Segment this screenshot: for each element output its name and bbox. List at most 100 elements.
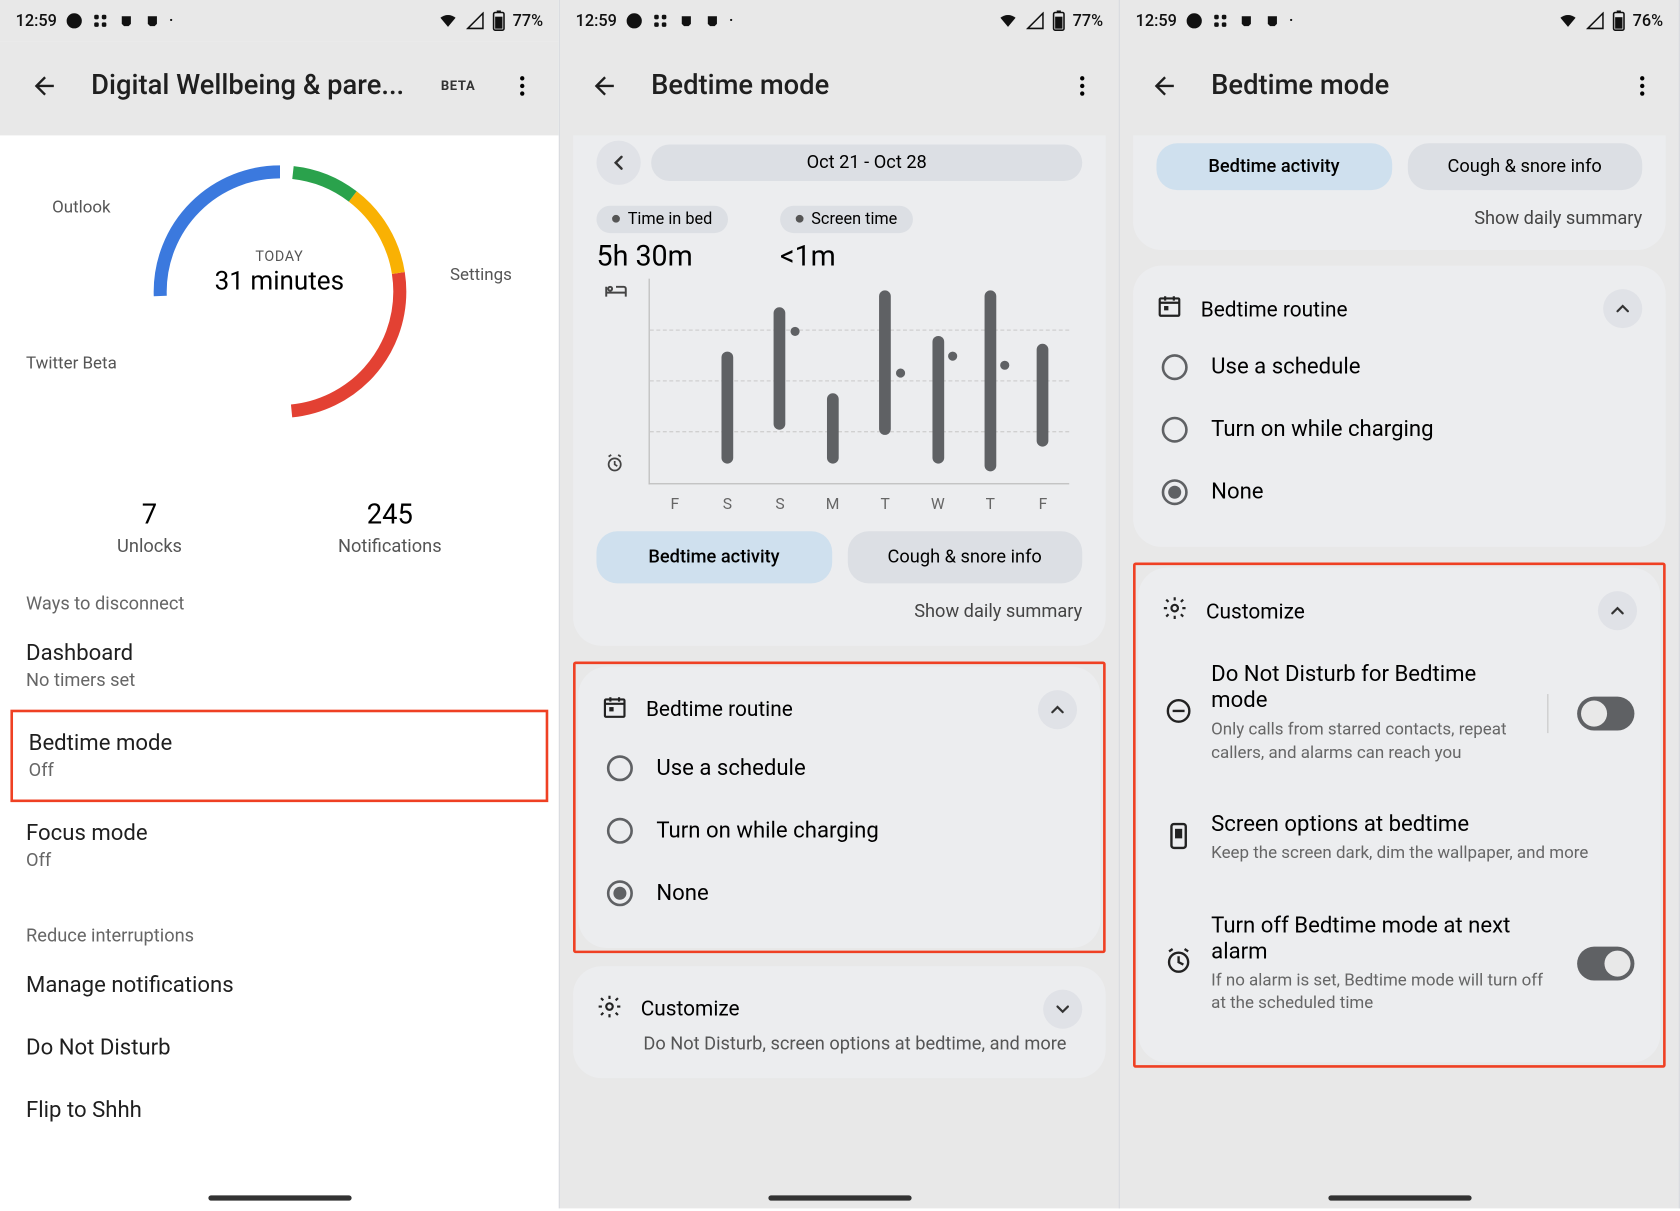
status-time: 12:59 [1136,11,1177,31]
show-daily-summary-link[interactable]: Show daily summary [596,601,1082,622]
overflow-menu[interactable] [496,60,548,112]
discord-icon-2 [703,12,721,30]
gesture-nav-pill[interactable] [768,1195,911,1200]
overflow-menu[interactable] [1616,60,1668,112]
radio-turn-on-charging[interactable]: Turn on while charging [602,799,1077,862]
tab-cough-snore[interactable]: Cough & snore info [1407,143,1642,190]
radio-none[interactable]: None [1156,461,1642,524]
bedtime-activity-card: Oct 21 - Oct 28 Time in bed 5h 30m Scree… [573,135,1106,645]
battery-icon [1052,10,1065,31]
notifications-counter[interactable]: 245 Notifications [338,500,442,557]
bedtime-routine-card: Bedtime routine Use a schedule Turn on w… [1133,266,1666,547]
wifi-icon [437,12,458,30]
tab-bedtime-activity[interactable]: Bedtime activity [596,531,831,583]
usage-donut-chart[interactable]: TODAY 31 minutes Outlook Settings Twitte… [0,135,559,461]
gesture-nav-pill[interactable] [208,1195,351,1200]
more-notifications-dot: · [1289,11,1294,31]
discord-icon [117,12,135,30]
row-screen-options[interactable]: Screen options at bedtime Keep the scree… [1162,788,1637,889]
calendar-icon [602,693,628,724]
collapse-button[interactable] [1038,689,1077,728]
row-dashboard[interactable]: Dashboard No timers set [0,622,559,709]
radio-use-schedule[interactable]: Use a schedule [1156,336,1642,399]
radio-turn-on-charging[interactable]: Turn on while charging [1156,398,1642,461]
page-title: Bedtime mode [651,70,1035,101]
highlight-bedtime-mode: Bedtime mode Off [10,710,548,802]
radio-use-schedule[interactable]: Use a schedule [602,736,1077,799]
overflow-menu[interactable] [1056,60,1108,112]
time-in-bed-value: 5h 30m [596,240,727,273]
signal-icon [1026,12,1044,30]
status-battery-pct: 76% [1633,11,1664,31]
activity-card-partial: Bedtime activity Cough & snore info Show… [1133,135,1666,250]
row-focus-mode[interactable]: Focus mode Off [0,802,559,889]
customize-card-collapsed[interactable]: Customize Do Not Disturb, screen options… [573,966,1106,1078]
bedtime-bar-chart[interactable]: FSSMTWTF [596,278,1082,512]
tab-cough-snore[interactable]: Cough & snore info [847,531,1082,583]
status-time: 12:59 [576,11,617,31]
screen-digital-wellbeing: 12:59 · 77% [0,0,560,1208]
signal-icon [1586,12,1604,30]
row-bedtime-mode[interactable]: Bedtime mode Off [13,712,546,799]
slack-icon [1211,12,1229,30]
screen-bedtime-mode-activity: 12:59 · 77% Bedtime mode [560,0,1120,1208]
row-turn-off-next-alarm[interactable]: Turn off Bedtime mode at next alarm If n… [1162,889,1637,1039]
app-bar: Bedtime mode [560,42,1119,136]
tab-bedtime-activity[interactable]: Bedtime activity [1156,143,1391,190]
unlocks-counter[interactable]: 7 Unlocks [117,500,182,557]
donut-label-twitter: Twitter Beta [26,354,117,374]
section-reduce-interruptions: Reduce interruptions [0,889,559,954]
signal-icon [466,12,484,30]
highlight-customize: Customize Do Not Disturb for Bedtime mod… [1133,563,1666,1068]
phone-screen-icon [1164,821,1193,855]
row-flip-to-shhh[interactable]: Flip to Shhh [0,1079,559,1142]
back-button[interactable] [578,60,630,112]
back-button[interactable] [18,60,70,112]
beta-badge: BETA [441,79,476,93]
row-dnd-bedtime[interactable]: Do Not Disturb for Bedtime mode Only cal… [1162,638,1637,788]
switch-dnd[interactable] [1577,696,1634,730]
donut-total-time: 31 minutes [215,265,344,296]
page-title: Digital Wellbeing & pare... [91,70,420,101]
date-range-pill[interactable]: Oct 21 - Oct 28 [651,145,1082,181]
page-title: Bedtime mode [1211,70,1595,101]
messenger-icon [65,12,83,30]
collapse-button[interactable] [1603,289,1642,328]
messenger-icon [625,12,643,30]
alarm-icon [604,452,625,478]
gesture-nav-pill[interactable] [1328,1195,1471,1200]
expand-button[interactable] [1043,989,1082,1028]
divider [1547,693,1548,732]
gear-icon [1162,595,1188,626]
time-in-bed-chip[interactable]: Time in bed [596,205,727,232]
status-time: 12:59 [16,11,57,31]
status-battery-pct: 77% [1073,11,1104,31]
app-bar: Digital Wellbeing & pare... BETA [0,42,559,136]
bedtime-routine-title: Bedtime routine [646,697,1020,722]
bed-icon [604,281,627,306]
customize-subtitle: Do Not Disturb, screen options at bedtim… [643,1033,1082,1054]
radio-none[interactable]: None [602,861,1077,924]
section-ways-to-disconnect: Ways to disconnect [0,557,559,622]
back-button[interactable] [1138,60,1190,112]
date-prev-button[interactable] [596,141,640,185]
switch-next-alarm[interactable] [1577,947,1634,981]
row-manage-notifications[interactable]: Manage notifications [0,954,559,1017]
customize-title: Customize [1206,598,1580,623]
discord-icon [1237,12,1255,30]
slack-icon [91,12,109,30]
status-bar: 12:59 · 77% [560,0,1119,42]
row-do-not-disturb[interactable]: Do Not Disturb [0,1017,559,1080]
customize-card-expanded: Customize Do Not Disturb for Bedtime mod… [1138,568,1660,1062]
status-battery-pct: 77% [513,11,544,31]
discord-icon-2 [143,12,161,30]
more-notifications-dot: · [169,11,174,31]
show-daily-summary-link[interactable]: Show daily summary [1156,208,1642,229]
battery-icon [492,10,505,31]
screen-bedtime-mode-customize: 12:59 · 76% Bedtime mode Bedtime activit… [1120,0,1680,1208]
calendar-icon [1156,293,1182,324]
collapse-button[interactable] [1598,591,1637,630]
donut-label-settings: Settings [450,266,512,286]
more-notifications-dot: · [729,11,734,31]
screen-time-chip[interactable]: Screen time [780,205,913,232]
